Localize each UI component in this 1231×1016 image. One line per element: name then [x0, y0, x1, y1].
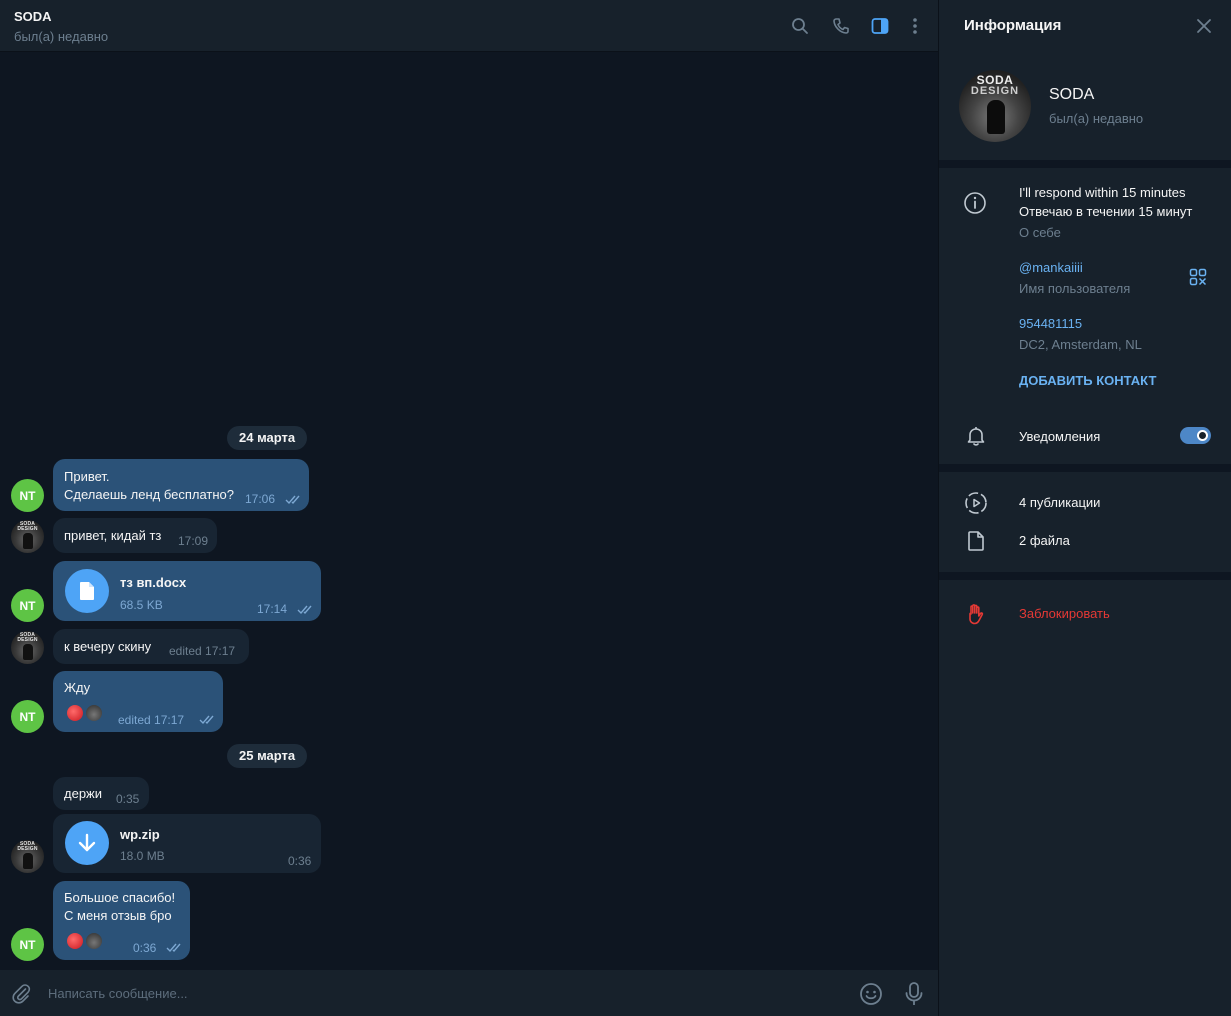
publications-link[interactable]: 4 публикации — [1019, 495, 1100, 510]
avatar[interactable]: NT — [11, 479, 44, 512]
message-text: держи — [64, 786, 103, 801]
read-checks-icon — [199, 715, 214, 725]
file-icon[interactable] — [965, 530, 989, 554]
search-icon[interactable] — [788, 14, 812, 38]
read-checks-icon — [297, 605, 312, 615]
info-title: Информация — [964, 17, 1062, 34]
profile-name: SODA — [1049, 86, 1095, 103]
reaction-heart[interactable] — [67, 705, 83, 721]
phone-icon[interactable] — [829, 14, 853, 38]
message-bubble[interactable]: Привет. Сделаешь ленд бесплатно? 17:06 — [53, 459, 309, 511]
file-message[interactable]: wp.zip 18.0 MB 0:36 — [53, 814, 321, 873]
message-time: 17:14 — [257, 602, 288, 616]
download-icon[interactable] — [65, 821, 109, 865]
avatar[interactable]: NT — [11, 700, 44, 733]
profile-avatar[interactable]: SODA DESIGN — [959, 70, 1031, 142]
message-bubble[interactable]: Большое спасибо! С меня отзыв бро 0:36 — [53, 881, 190, 960]
username-link[interactable]: @mankaiiii — [1019, 260, 1083, 275]
info-icon — [963, 191, 987, 215]
message-time: edited 17:17 — [118, 713, 185, 727]
bio-label: О себе — [1019, 225, 1061, 240]
avatar[interactable]: NT — [11, 589, 44, 622]
message-text: Привет. Сделаешь ленд бесплатно? — [64, 469, 235, 502]
files-link[interactable]: 2 файла — [1019, 533, 1070, 548]
avatar[interactable]: SODA DESIGN — [11, 840, 44, 873]
avatar[interactable]: SODA DESIGN — [11, 631, 44, 664]
message-text: Большое спасибо! С меня отзыв бро — [64, 890, 176, 923]
message-time: 0:36 — [288, 854, 312, 868]
message-bubble[interactable]: к вечеру скину edited 17:17 — [53, 629, 249, 664]
file-icon[interactable] — [65, 569, 109, 613]
divider — [939, 464, 1231, 472]
message-input[interactable] — [48, 983, 828, 1003]
datacenter-label: DC2, Amsterdam, NL — [1019, 337, 1142, 352]
message-composer — [0, 970, 938, 1016]
bio-line: Отвечаю в течении 15 минут — [1019, 204, 1193, 219]
notifications-toggle[interactable] — [1180, 427, 1211, 444]
chat-status: был(а) недавно — [14, 29, 109, 44]
qr-code-icon[interactable] — [1189, 268, 1207, 286]
emoji-icon[interactable] — [859, 982, 883, 1006]
message-time: 17:09 — [178, 534, 209, 548]
publications-icon[interactable] — [964, 491, 988, 515]
profile-status: был(а) недавно — [1049, 111, 1144, 126]
message-text: привет, кидай тз — [64, 528, 162, 543]
hand-block-icon[interactable] — [965, 602, 989, 626]
add-contact-button[interactable]: ДОБАВИТЬ КОНТАКТ — [1019, 373, 1156, 388]
message-bubble[interactable]: Жду edited 17:17 — [53, 671, 223, 732]
read-checks-icon — [285, 495, 300, 505]
reaction-avatar[interactable] — [86, 933, 102, 949]
close-icon[interactable] — [1194, 16, 1214, 36]
reaction-heart[interactable] — [67, 933, 83, 949]
file-size: 18.0 MB — [120, 849, 165, 863]
message-bubble[interactable]: привет, кидай тз 17:09 — [53, 518, 217, 553]
message-time: edited 17:17 — [169, 644, 236, 658]
user-id[interactable]: 954481115 — [1019, 316, 1082, 331]
username-label: Имя пользователя — [1019, 281, 1131, 296]
message-text: к вечеру скину — [64, 639, 152, 654]
notifications-label: Уведомления — [1019, 429, 1101, 444]
attach-icon[interactable] — [10, 982, 32, 1004]
message-time: 0:35 — [116, 792, 140, 806]
block-button[interactable]: Заблокировать — [1019, 606, 1110, 621]
read-checks-icon — [166, 943, 181, 953]
message-time: 0:36 — [133, 941, 157, 955]
info-panel: Информация SODA DESIGN SODA был(а) недав… — [938, 0, 1231, 1016]
more-icon[interactable] — [903, 14, 927, 38]
reaction-avatar[interactable] — [86, 705, 102, 721]
chat-panel: SODA был(а) недавно 24 марта Привет. Сде… — [0, 0, 938, 1016]
sidebar-toggle-icon[interactable] — [868, 14, 892, 38]
divider — [939, 160, 1231, 168]
microphone-icon[interactable] — [903, 981, 925, 1007]
bell-icon — [965, 425, 989, 449]
date-separator: 24 марта — [227, 426, 308, 450]
message-time: 17:06 — [245, 492, 276, 506]
divider — [939, 572, 1231, 580]
message-text: Жду — [64, 680, 91, 695]
chat-header[interactable]: SODA был(а) недавно — [0, 0, 938, 52]
file-name[interactable]: тз вп.docx — [120, 575, 186, 590]
file-message[interactable]: тз вп.docx 68.5 KB 17:14 — [53, 561, 321, 621]
chat-title[interactable]: SODA — [14, 9, 52, 24]
avatar-logo-text: DESIGN — [970, 85, 1020, 97]
date-separator: 25 марта — [227, 744, 308, 768]
file-size: 68.5 KB — [120, 598, 163, 612]
bio-line: I'll respond within 15 minutes — [1019, 185, 1186, 200]
avatar[interactable]: SODA DESIGN — [11, 520, 44, 553]
file-name[interactable]: wp.zip — [120, 827, 160, 842]
avatar[interactable]: NT — [11, 928, 44, 961]
message-bubble[interactable]: держи 0:35 — [53, 777, 149, 810]
